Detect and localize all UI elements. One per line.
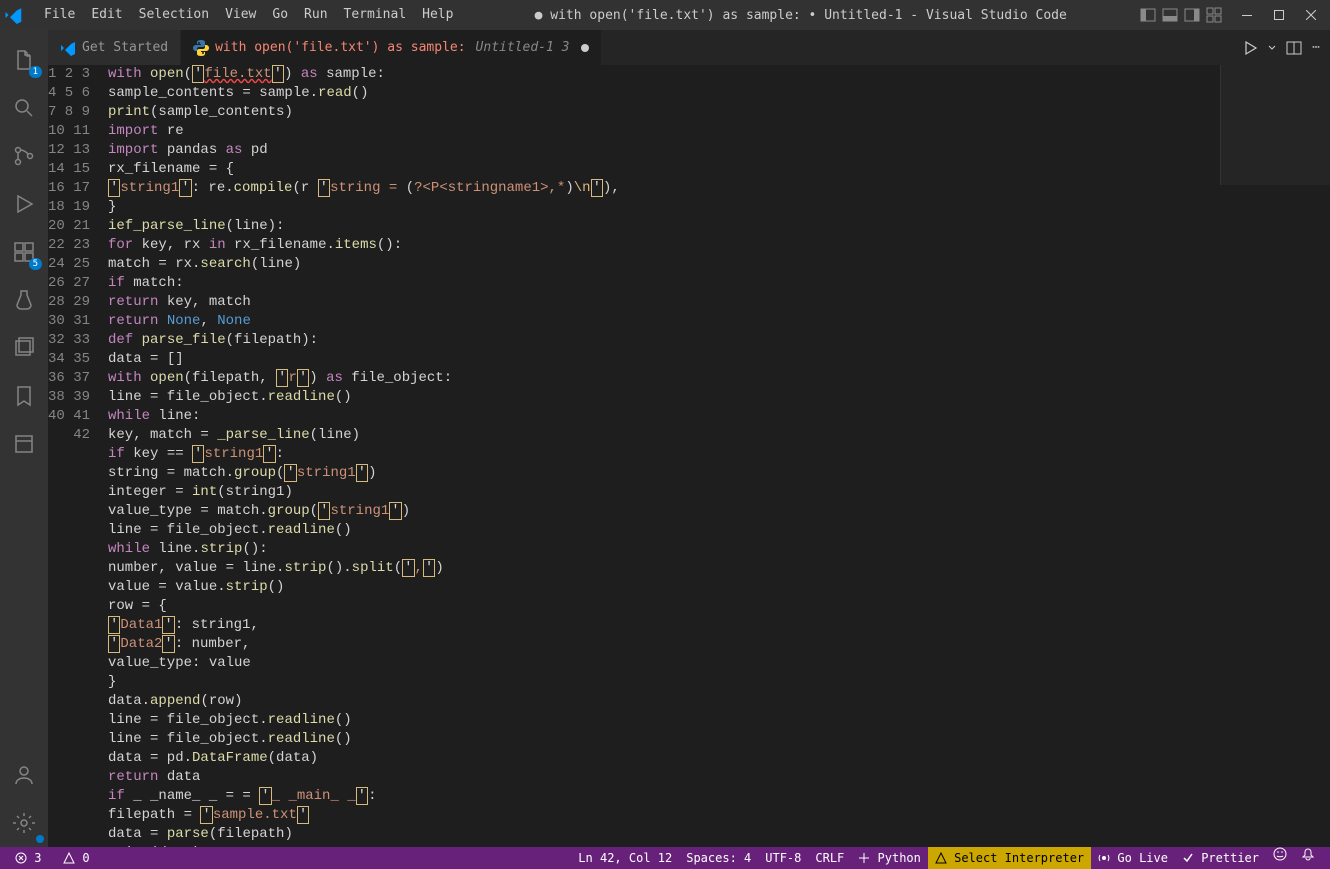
tab-label: with open('file.txt') as sample: [215, 40, 465, 55]
status-feedback-icon[interactable] [1266, 847, 1294, 869]
menu-terminal[interactable]: Terminal [336, 0, 415, 30]
settings-gear-icon[interactable] [0, 799, 48, 847]
menu-file[interactable]: File [36, 0, 83, 30]
code-content[interactable]: with open('file.txt') as sample: sample_… [108, 65, 1330, 847]
menu-edit[interactable]: Edit [83, 0, 130, 30]
settings-badge [36, 835, 44, 843]
explorer-icon[interactable]: 1 [0, 36, 48, 84]
tab-suffix: Untitled-1 3 [476, 40, 570, 55]
customize-layout-icon[interactable] [1206, 7, 1222, 23]
status-problems[interactable]: 3 0 [8, 847, 97, 869]
tabs-bar: Get Started with open('file.txt') as sam… [48, 30, 1330, 65]
code-editor[interactable]: 1 2 3 4 5 6 7 8 9 10 11 12 13 14 15 16 1… [48, 65, 1330, 847]
status-lncol[interactable]: Ln 42, Col 12 [571, 847, 679, 869]
status-bar: 3 0 Ln 42, Col 12 Spaces: 4 UTF-8 CRLF P… [0, 847, 1330, 869]
bookmarks-icon[interactable] [0, 372, 48, 420]
toggle-bottom-panel-icon[interactable] [1162, 7, 1178, 23]
run-dropdown-icon[interactable] [1268, 44, 1276, 52]
minimap[interactable] [1220, 65, 1330, 185]
toggle-primary-panel-icon[interactable] [1140, 7, 1156, 23]
menu-run[interactable]: Run [296, 0, 335, 30]
projects-icon[interactable] [0, 420, 48, 468]
tab-get-started[interactable]: Get Started [48, 30, 181, 65]
toggle-secondary-panel-icon[interactable] [1184, 7, 1200, 23]
tab-untitled-1[interactable]: with open('file.txt') as sample: Untitle… [181, 30, 602, 65]
close-button[interactable] [1296, 0, 1326, 30]
search-icon[interactable] [0, 84, 48, 132]
extensions-icon[interactable]: 5 [0, 228, 48, 276]
accounts-icon[interactable] [0, 751, 48, 799]
minimize-button[interactable] [1232, 0, 1262, 30]
split-editor-icon[interactable] [1286, 40, 1302, 56]
run-debug-icon[interactable] [0, 180, 48, 228]
menu-go[interactable]: Go [264, 0, 296, 30]
references-icon[interactable] [0, 324, 48, 372]
status-spaces[interactable]: Spaces: 4 [679, 847, 758, 869]
extensions-badge: 5 [29, 258, 42, 270]
menu-selection[interactable]: Selection [131, 0, 217, 30]
testing-icon[interactable] [0, 276, 48, 324]
maximize-button[interactable] [1264, 0, 1294, 30]
vscode-logo-icon [4, 6, 36, 24]
menu-help[interactable]: Help [414, 0, 461, 30]
status-encoding[interactable]: UTF-8 [758, 847, 808, 869]
status-notifications-icon[interactable] [1294, 847, 1322, 869]
status-language[interactable]: Python [851, 847, 928, 869]
source-control-icon[interactable] [0, 132, 48, 180]
line-numbers-gutter: 1 2 3 4 5 6 7 8 9 10 11 12 13 14 15 16 1… [48, 65, 108, 847]
window-title: ● with open('file.txt') as sample: • Unt… [461, 8, 1140, 23]
menu-view[interactable]: View [217, 0, 264, 30]
more-actions-icon[interactable]: ⋯ [1312, 40, 1320, 55]
status-golive[interactable]: Go Live [1091, 847, 1175, 869]
explorer-badge: 1 [29, 66, 42, 78]
title-bar: File Edit Selection View Go Run Terminal… [0, 0, 1330, 30]
activity-bar: 1 5 [0, 30, 48, 847]
run-file-icon[interactable] [1242, 40, 1258, 56]
tab-label: Get Started [82, 40, 168, 55]
modified-indicator-icon [581, 44, 589, 52]
status-eol[interactable]: CRLF [808, 847, 851, 869]
status-select-interpreter[interactable]: Select Interpreter [928, 847, 1091, 869]
status-prettier[interactable]: Prettier [1175, 847, 1266, 869]
